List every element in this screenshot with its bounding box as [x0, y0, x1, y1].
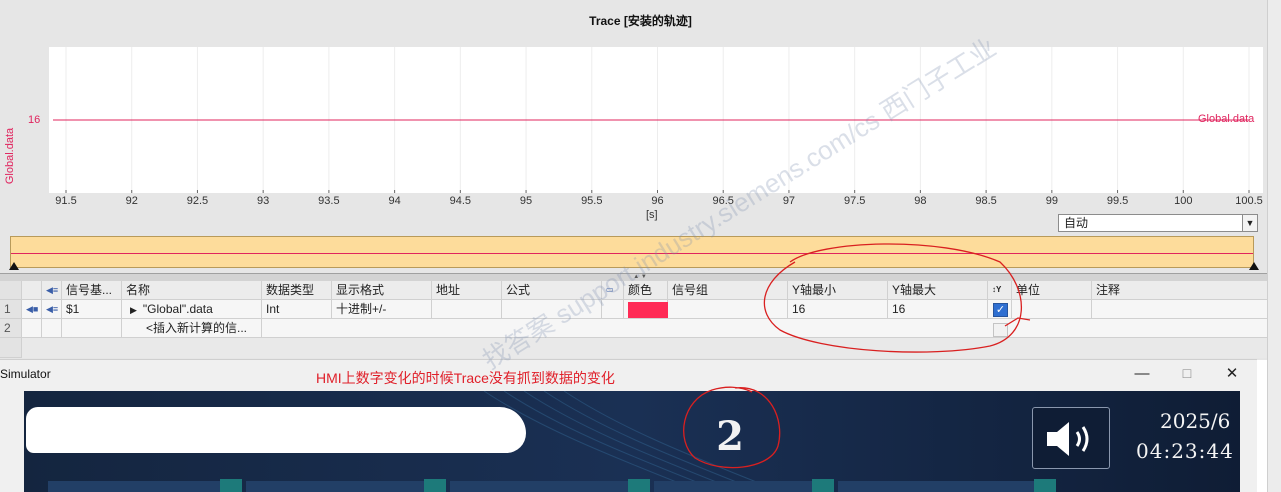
hmi-date: 2025/6 [1160, 409, 1231, 433]
autoscale-icon: ↕Y [988, 281, 1012, 300]
header-comment[interactable]: 注释 [1092, 281, 1281, 300]
scale-mode-select[interactable]: 自动 ▼ [1058, 214, 1258, 232]
formula-icon: ▭ [602, 281, 624, 300]
row-number-empty [0, 338, 22, 358]
trace-overview-bar[interactable] [10, 236, 1254, 268]
scale-mode-value: 自动 [1064, 216, 1089, 230]
x-tick-label: 98.5 [975, 195, 996, 207]
x-axis-unit: [s] [646, 209, 658, 221]
insert-calculated-signal[interactable]: <插入新计算的信... [122, 319, 262, 338]
header-format[interactable]: 显示格式 [332, 281, 432, 300]
speaker-icon [1047, 422, 1089, 456]
cell-format[interactable]: 十进制+/- [332, 300, 432, 319]
color-swatch[interactable] [628, 302, 668, 318]
x-tick-label: 91.5 [55, 195, 76, 207]
x-tick-label: 93.5 [318, 195, 339, 207]
expand-arrow-icon[interactable]: ▶ [130, 305, 137, 315]
panel-splitter[interactable]: ▲ ▼ [0, 273, 1281, 281]
x-tick-label: 94.5 [450, 195, 471, 207]
overview-end-marker[interactable] [1249, 262, 1259, 270]
series-label: Global.data [1198, 113, 1255, 125]
empty-cell [42, 319, 62, 338]
right-scrollbar[interactable] [1267, 0, 1281, 492]
cell-y-min[interactable]: 16 [788, 300, 888, 319]
x-tick-label: 96 [651, 195, 663, 207]
header-unit[interactable]: 单位 [1012, 281, 1092, 300]
splitter-handle-icon[interactable]: ▲ ▼ [616, 274, 664, 281]
cell-comment[interactable] [1092, 300, 1281, 319]
cell-unit[interactable] [1012, 300, 1092, 319]
speaker-button[interactable] [1032, 407, 1110, 469]
y-tick-label: 16 [28, 114, 41, 126]
cell-data-type[interactable]: Int [262, 300, 332, 319]
hmi-screen[interactable]: 2 2025/6 04:23:44 [24, 391, 1240, 492]
header-group[interactable]: 信号组 [668, 281, 788, 300]
header-signal-base[interactable]: 信号基... [62, 281, 122, 300]
simulator-window: Simulator HMI上数字变化的时候Trace没有抓到数据的变化 — ☐ … [0, 359, 1257, 492]
header-address[interactable]: 地址 [432, 281, 502, 300]
empty-cell [62, 319, 122, 338]
x-tick-label: 96.5 [713, 195, 734, 207]
y-axis-label: Global.data [4, 127, 16, 185]
signal-active-icon[interactable]: ◀■ [22, 300, 42, 319]
header-color[interactable]: 颜色 [624, 281, 668, 300]
signal-icon: ◀≡ [42, 300, 62, 319]
signal-icon: ◀≡ [42, 281, 62, 300]
annotation-text: HMI上数字变化的时候Trace没有抓到数据的变化 [316, 370, 615, 386]
header-y-min[interactable]: Y轴最小 [788, 281, 888, 300]
x-tick-label: 95 [520, 195, 532, 207]
header-corner [0, 281, 22, 300]
empty-cell [262, 319, 1281, 338]
autoscale-checkbox-empty[interactable] [993, 323, 1008, 337]
x-tick-label: 98 [914, 195, 926, 207]
cell-name-text: "Global".data [142, 302, 213, 316]
x-tick-label: 100 [1174, 195, 1192, 207]
cell-group[interactable] [668, 300, 788, 319]
table-empty-area [0, 338, 1281, 358]
autoscale-checkbox[interactable]: ✓ [993, 303, 1008, 317]
x-tick-label: 97.5 [844, 195, 865, 207]
table-header-row: ◀≡ 信号基... 名称 数据类型 显示格式 地址 公式 ▭ 颜色 信号组 Y轴… [0, 281, 1281, 300]
x-tick-label: 97 [783, 195, 795, 207]
trace-title: Trace [安装的轨迹] [589, 14, 692, 28]
x-tick-label: 100.5 [1235, 195, 1263, 207]
header-formula[interactable]: 公式 [502, 281, 602, 300]
cell-y-max[interactable]: 16 [888, 300, 988, 319]
trace-plot-area[interactable] [49, 47, 1263, 193]
cell-formula[interactable] [502, 300, 602, 319]
simulator-title: Simulator [0, 367, 51, 381]
x-tick-label: 92.5 [187, 195, 208, 207]
trace-plot-svg [53, 47, 1250, 193]
row-number: 2 [0, 319, 22, 338]
cell-name[interactable]: ▶ "Global".data [122, 300, 262, 319]
x-tick-label: 94 [388, 195, 400, 207]
minimize-icon[interactable]: — [1127, 364, 1157, 384]
table-row[interactable]: 2 <插入新计算的信... [0, 319, 1281, 338]
x-tick-label: 99.5 [1107, 195, 1128, 207]
close-icon[interactable]: ✕ [1217, 364, 1247, 384]
cell-signal-base[interactable]: $1 [62, 300, 122, 319]
x-tick-label: 95.5 [581, 195, 602, 207]
cell-formula-btn[interactable] [602, 300, 624, 319]
x-tick-label: 93 [257, 195, 269, 207]
x-tick-label: 99 [1046, 195, 1058, 207]
header-name[interactable]: 名称 [122, 281, 262, 300]
header-data-type[interactable]: 数据类型 [262, 281, 332, 300]
chevron-down-icon[interactable]: ▼ [1242, 215, 1257, 231]
maximize-icon[interactable]: ☐ [1172, 364, 1202, 384]
overview-series-line [11, 253, 1253, 254]
cell-address[interactable] [432, 300, 502, 319]
header-icon-cell [22, 281, 42, 300]
x-tick-label: 92 [126, 195, 138, 207]
overview-start-marker[interactable] [9, 262, 19, 270]
header-y-max[interactable]: Y轴最大 [888, 281, 988, 300]
row-number: 1 [0, 300, 22, 319]
hmi-time: 04:23:44 [1136, 439, 1234, 463]
empty-cell [22, 319, 42, 338]
redacted-area [26, 407, 526, 453]
hmi-value-display: 2 [716, 413, 744, 460]
